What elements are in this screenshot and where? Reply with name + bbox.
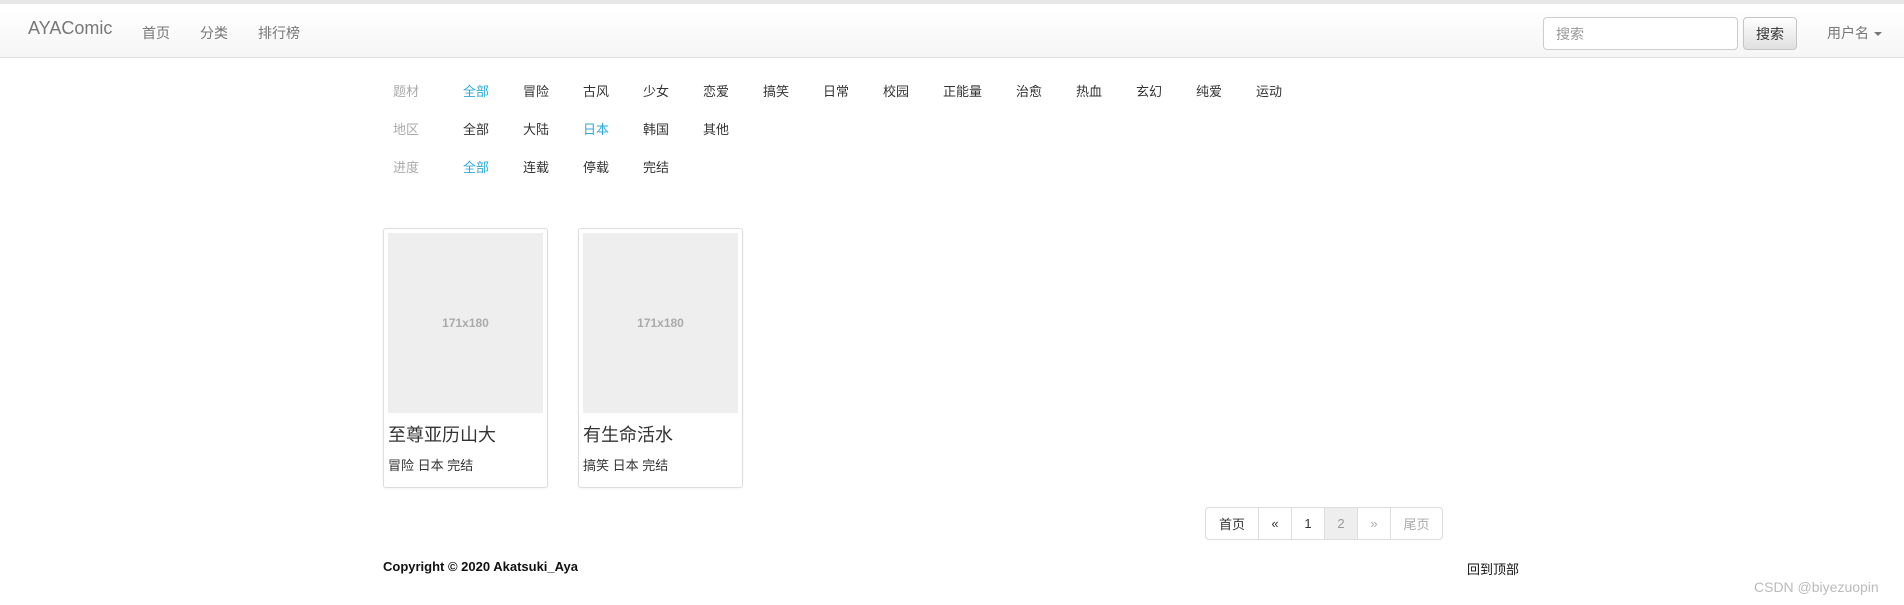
comic-tags: 搞笑 日本 完结 — [583, 458, 669, 473]
copyright-text: Copyright © 2020 Akatsuki_Aya — [383, 559, 579, 574]
filter-option-genre[interactable]: 搞笑 — [763, 81, 789, 100]
filter-option-region[interactable]: 韩国 — [643, 119, 669, 138]
filter-option-progress[interactable]: 完结 — [643, 157, 669, 176]
thumbnail-size-label: 171x180 — [442, 316, 489, 330]
filter-option-genre[interactable]: 玄幻 — [1136, 81, 1162, 100]
filter-option-genre[interactable]: 治愈 — [1016, 81, 1042, 100]
filter-option-genre[interactable]: 日常 — [823, 81, 849, 100]
comic-thumbnail[interactable]: 171x180 — [388, 233, 543, 413]
filter-label-genre: 题材 — [393, 84, 420, 99]
pagination-next-icon[interactable]: » — [1357, 507, 1391, 540]
comic-card[interactable]: 171x180 有生命活水 搞笑 日本 完结 — [578, 228, 743, 488]
filter-option-progress[interactable]: 停载 — [583, 157, 609, 176]
filter-option-genre[interactable]: 热血 — [1076, 81, 1102, 100]
filter-option-genre[interactable]: 校园 — [883, 81, 909, 100]
navbar: AYAComic 首页 分类 排行榜 搜索 用户名 — [0, 0, 1904, 58]
thumbnail-size-label: 171x180 — [637, 316, 684, 330]
filter-option-progress[interactable]: 连载 — [523, 157, 549, 176]
pagination-page[interactable]: 1 — [1291, 507, 1325, 540]
filter-option-progress[interactable]: 全部 — [463, 157, 489, 176]
filter-option-genre[interactable]: 全部 — [463, 81, 489, 100]
caret-down-icon — [1874, 32, 1882, 37]
search-input[interactable] — [1543, 17, 1738, 50]
pagination-page-current[interactable]: 2 — [1324, 507, 1358, 540]
pagination-last[interactable]: 尾页 — [1390, 507, 1443, 540]
pagination-first[interactable]: 首页 — [1205, 507, 1259, 540]
filter-option-region[interactable]: 大陆 — [523, 119, 549, 138]
comic-title[interactable]: 至尊亚历山大 — [388, 421, 496, 447]
nav-link-category[interactable]: 分类 — [200, 23, 228, 43]
filter-option-genre[interactable]: 正能量 — [943, 81, 982, 100]
filter-option-genre[interactable]: 纯爱 — [1196, 81, 1222, 100]
filter-option-genre[interactable]: 恋爱 — [703, 81, 729, 100]
filter-option-genre[interactable]: 古风 — [583, 81, 609, 100]
brand-logo[interactable]: AYAComic — [28, 18, 112, 39]
user-menu-label: 用户名 — [1827, 25, 1869, 41]
watermark-text: CSDN @biyezuopin — [1754, 579, 1879, 595]
pagination-prev-icon[interactable]: « — [1258, 507, 1292, 540]
filter-label-progress: 进度 — [393, 160, 420, 175]
user-menu-dropdown[interactable]: 用户名 — [1827, 23, 1882, 43]
filter-option-genre[interactable]: 运动 — [1256, 81, 1282, 100]
comic-thumbnail[interactable]: 171x180 — [583, 233, 738, 413]
nav-link-ranking[interactable]: 排行榜 — [258, 23, 300, 43]
filter-option-region[interactable]: 全部 — [463, 119, 489, 138]
comic-tags: 冒险 日本 完结 — [388, 458, 474, 473]
search-button[interactable]: 搜索 — [1743, 17, 1797, 50]
filter-label-region: 地区 — [393, 122, 420, 137]
pagination: 首页 « 1 2 » 尾页 — [1205, 507, 1443, 540]
filter-option-region[interactable]: 其他 — [703, 119, 729, 138]
filter-option-genre[interactable]: 少女 — [643, 81, 669, 100]
comic-card[interactable]: 171x180 至尊亚历山大 冒险 日本 完结 — [383, 228, 548, 488]
nav-link-home[interactable]: 首页 — [142, 23, 170, 43]
comic-title[interactable]: 有生命活水 — [583, 421, 673, 447]
filter-option-genre[interactable]: 冒险 — [523, 81, 549, 100]
back-to-top-link[interactable]: 回到顶部 — [1467, 559, 1519, 578]
filter-option-region[interactable]: 日本 — [583, 119, 609, 138]
